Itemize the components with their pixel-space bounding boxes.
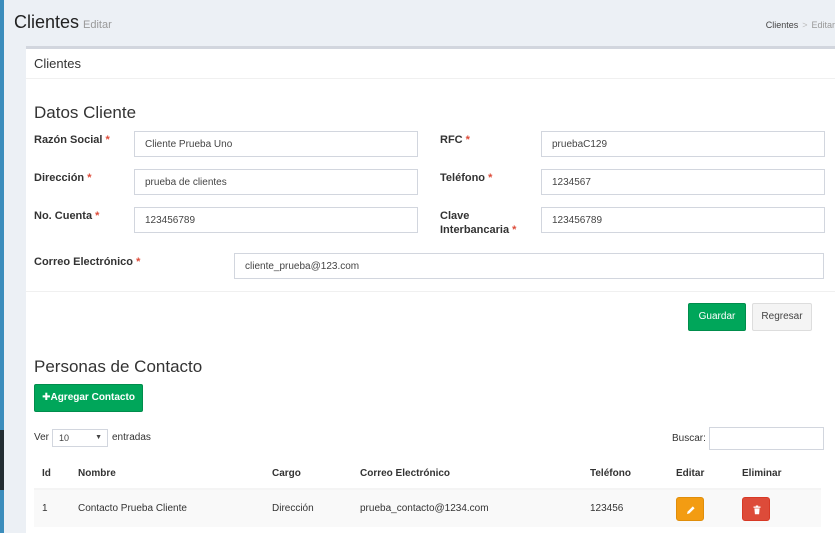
required-mark: * [105,134,110,146]
cell-cargo: Dirección [264,488,352,527]
cell-eliminar [734,488,821,527]
clabe-label: Clave Interbancaria * [440,209,516,237]
clabe-input[interactable] [541,207,825,233]
sidebar-edge-dark [0,430,4,490]
correo-input[interactable] [234,253,824,279]
contactos-table: Id Nombre Cargo Correo Electrónico Teléf… [34,459,821,527]
cell-telefono: 123456 [582,488,668,527]
personas-contacto-title: Personas de Contacto [34,357,203,376]
breadcrumb: Clientes > Editar [766,20,835,30]
required-mark: * [136,256,141,268]
agregar-contacto-button[interactable]: ✚Agregar Contacto [34,384,143,412]
length-select[interactable]: 10 ▼ [52,429,108,447]
correo-label-text: Correo Electrónico [34,256,134,268]
rfc-label-text: RFC [440,134,463,146]
column-header-editar: Editar [668,459,734,490]
required-mark: * [512,224,517,236]
pencil-icon [687,505,695,514]
column-header-nombre[interactable]: Nombre [70,459,264,490]
telefono-input[interactable] [541,169,825,195]
search-input[interactable] [709,427,824,450]
cell-nombre: Contacto Prueba Cliente [70,488,264,527]
rfc-label: RFC * [440,133,470,147]
content-header: Clientes Editar Clientes > Editar [14,0,835,44]
edit-contact-button[interactable] [676,496,704,521]
page-title-text: Clientes [14,12,80,32]
breadcrumb-item-current: Editar [811,20,835,30]
clabe-label-line2: Interbancaria [440,224,510,236]
breadcrumb-item-clientes[interactable]: Clientes [766,20,799,30]
table-header-row: Id Nombre Cargo Correo Electrónico Teléf… [34,459,821,490]
main-box: Clientes Datos Cliente Razón Social * RF… [26,46,835,533]
no-cuenta-label: No. Cuenta * [34,209,99,223]
direccion-label: Dirección * [34,171,91,185]
required-mark: * [465,134,470,146]
delete-contact-button[interactable] [742,496,770,521]
no-cuenta-label-text: No. Cuenta [34,210,93,222]
column-header-cargo[interactable]: Cargo [264,459,352,490]
cell-editar [668,488,734,527]
table-row: 1 Contacto Prueba Cliente Dirección prue… [34,488,821,527]
razon-social-label-text: Razón Social [34,134,103,146]
datos-cliente-title: Datos Cliente [34,103,137,122]
sidebar-edge [0,0,4,533]
column-header-telefono[interactable]: Teléfono [582,459,668,490]
length-suffix: entradas [112,432,151,443]
page-title: Clientes Editar [14,12,112,33]
direccion-label-text: Dirección [34,172,85,184]
agregar-contacto-label: Agregar Contacto [50,392,135,403]
guardar-button[interactable]: Guardar [688,303,746,331]
column-header-id[interactable]: Id [34,459,70,490]
razon-social-input[interactable] [134,131,418,157]
column-header-eliminar: Eliminar [734,459,821,490]
form-divider [26,291,835,292]
rfc-input[interactable] [541,131,825,157]
length-prefix: Ver [34,432,50,443]
no-cuenta-input[interactable] [134,207,418,233]
required-mark: * [95,210,100,222]
caret-down-icon: ▼ [95,434,102,441]
box-header: Clientes [26,49,835,79]
required-mark: * [87,172,92,184]
telefono-label: Teléfono * [440,171,492,185]
cell-id: 1 [34,488,70,527]
column-header-correo[interactable]: Correo Electrónico [352,459,582,490]
required-mark: * [488,172,493,184]
page-subtitle: Editar [83,19,112,31]
razon-social-label: Razón Social * [34,133,110,147]
correo-label: Correo Electrónico * [34,255,140,269]
trash-icon [753,505,761,514]
search-label: Buscar: [672,433,706,444]
breadcrumb-separator: > [802,20,808,30]
regresar-button[interactable]: Regresar [752,303,812,331]
telefono-label-text: Teléfono [440,172,486,184]
length-value: 10 [59,433,70,443]
clabe-label-line1: Clave [440,210,470,222]
direccion-input[interactable] [134,169,418,195]
cell-correo: prueba_contacto@1234.com [352,488,582,527]
